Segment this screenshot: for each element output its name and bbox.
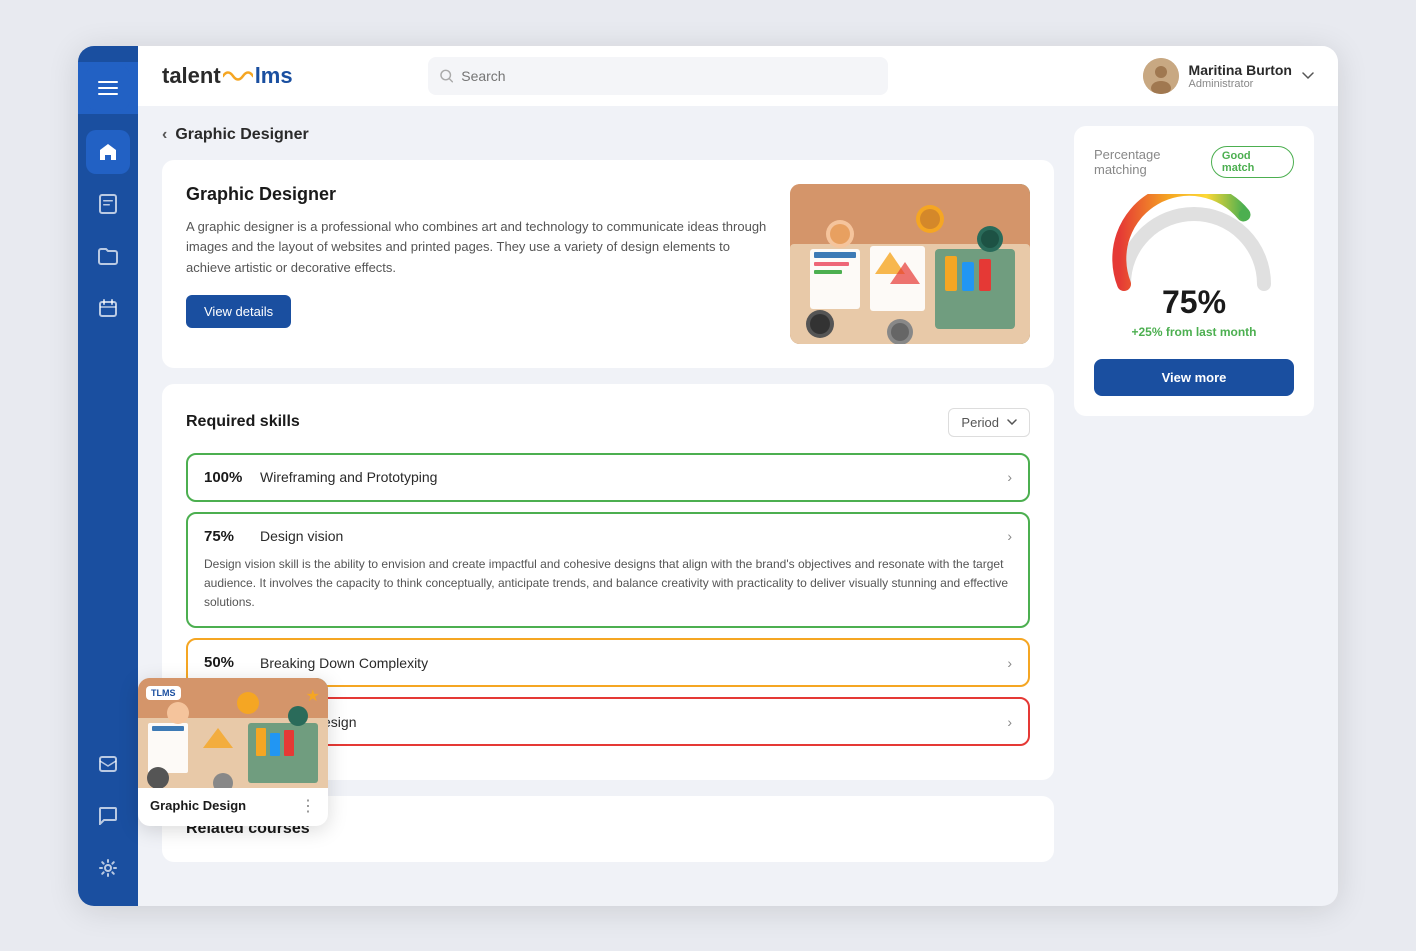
- user-info: Maritina Burton Administrator: [1189, 62, 1292, 90]
- view-more-button[interactable]: View more: [1094, 359, 1294, 396]
- match-card: Percentage matching Good match: [1074, 126, 1314, 416]
- skill-chevron-icon: ›: [1007, 528, 1012, 544]
- back-button[interactable]: ‹: [162, 126, 167, 144]
- logo-talent-text: talent: [162, 63, 221, 89]
- calendar-icon[interactable]: [86, 286, 130, 330]
- skill-item-wireframing[interactable]: 100% Wireframing and Prototyping ›: [186, 453, 1030, 502]
- skill-name: Design vision: [260, 528, 343, 544]
- sidebar-menu-button[interactable]: [78, 62, 138, 114]
- right-panel: Percentage matching Good match: [1074, 126, 1314, 886]
- match-header: Percentage matching Good match: [1094, 146, 1294, 178]
- floating-card-image: TLMS ★: [138, 678, 328, 788]
- chat-icon[interactable]: [86, 794, 130, 838]
- gauge-percent: 75%: [1162, 284, 1226, 321]
- menu-icon[interactable]: [86, 66, 130, 110]
- view-details-button[interactable]: View details: [186, 295, 291, 328]
- search-input[interactable]: [461, 68, 876, 84]
- search-bar[interactable]: [428, 57, 888, 95]
- floating-card-title: Graphic Design: [150, 798, 246, 813]
- skill-percent: 75%: [204, 528, 248, 545]
- period-label: Period: [961, 415, 999, 430]
- sidebar-bottom: [86, 742, 130, 890]
- inbox-icon[interactable]: [86, 742, 130, 786]
- skill-item-design-vision[interactable]: 75% Design vision › Design vision skill …: [186, 512, 1030, 629]
- job-card: Graphic Designer A graphic designer is a…: [162, 160, 1054, 368]
- skill-description: Design vision skill is the ability to en…: [204, 555, 1012, 613]
- user-role: Administrator: [1189, 78, 1292, 90]
- gauge-change-value: +25%: [1131, 325, 1162, 339]
- user-name: Maritina Burton: [1189, 62, 1292, 78]
- skill-chevron-icon: ›: [1007, 714, 1012, 730]
- job-info: Graphic Designer A graphic designer is a…: [186, 184, 770, 344]
- folder-icon[interactable]: [86, 234, 130, 278]
- book-icon[interactable]: [86, 182, 130, 226]
- skills-header: Required skills Period: [186, 408, 1030, 437]
- user-area: Maritina Burton Administrator: [1143, 58, 1314, 94]
- job-title: Graphic Designer: [186, 184, 770, 205]
- chevron-down-icon: [1007, 419, 1017, 425]
- skills-title: Required skills: [186, 413, 300, 431]
- floating-card-footer: Graphic Design ⋮: [138, 788, 328, 816]
- star-icon: ★: [306, 686, 320, 706]
- gauge-chart: [1104, 194, 1284, 294]
- topnav: talent lms: [138, 46, 1338, 106]
- skill-percent: 50%: [204, 654, 248, 671]
- skill-name: Wireframing and Prototyping: [260, 469, 437, 485]
- search-icon: [440, 69, 453, 83]
- job-image: [790, 184, 1030, 344]
- skill-chevron-icon: ›: [1007, 469, 1012, 485]
- period-dropdown[interactable]: Period: [948, 408, 1030, 437]
- sidebar: [78, 46, 138, 906]
- home-icon[interactable]: [86, 130, 130, 174]
- page-title: Graphic Designer: [175, 126, 308, 144]
- settings-icon[interactable]: [86, 846, 130, 890]
- good-match-badge: Good match: [1211, 146, 1294, 178]
- avatar: [1143, 58, 1179, 94]
- match-label: Percentage matching: [1094, 147, 1211, 177]
- skill-percent: 100%: [204, 469, 248, 486]
- skill-name: Breaking Down Complexity: [260, 655, 428, 671]
- skill-chevron-icon: ›: [1007, 655, 1012, 671]
- job-description: A graphic designer is a professional who…: [186, 217, 770, 279]
- floating-card: TLMS ★ Graphic Design ⋮: [138, 678, 328, 826]
- breadcrumb: ‹ Graphic Designer: [162, 126, 1054, 144]
- gauge-change: +25% from last month: [1131, 325, 1256, 339]
- gauge-container: 75% +25% from last month: [1094, 194, 1294, 339]
- tlms-badge: TLMS: [146, 686, 181, 700]
- gauge-change-suffix: from last month: [1163, 325, 1257, 339]
- more-options-button[interactable]: ⋮: [300, 796, 316, 816]
- logo-lms-text: lms: [255, 63, 293, 89]
- logo-wave-icon: [223, 69, 253, 83]
- chevron-down-icon[interactable]: [1302, 72, 1314, 80]
- logo: talent lms: [162, 63, 293, 89]
